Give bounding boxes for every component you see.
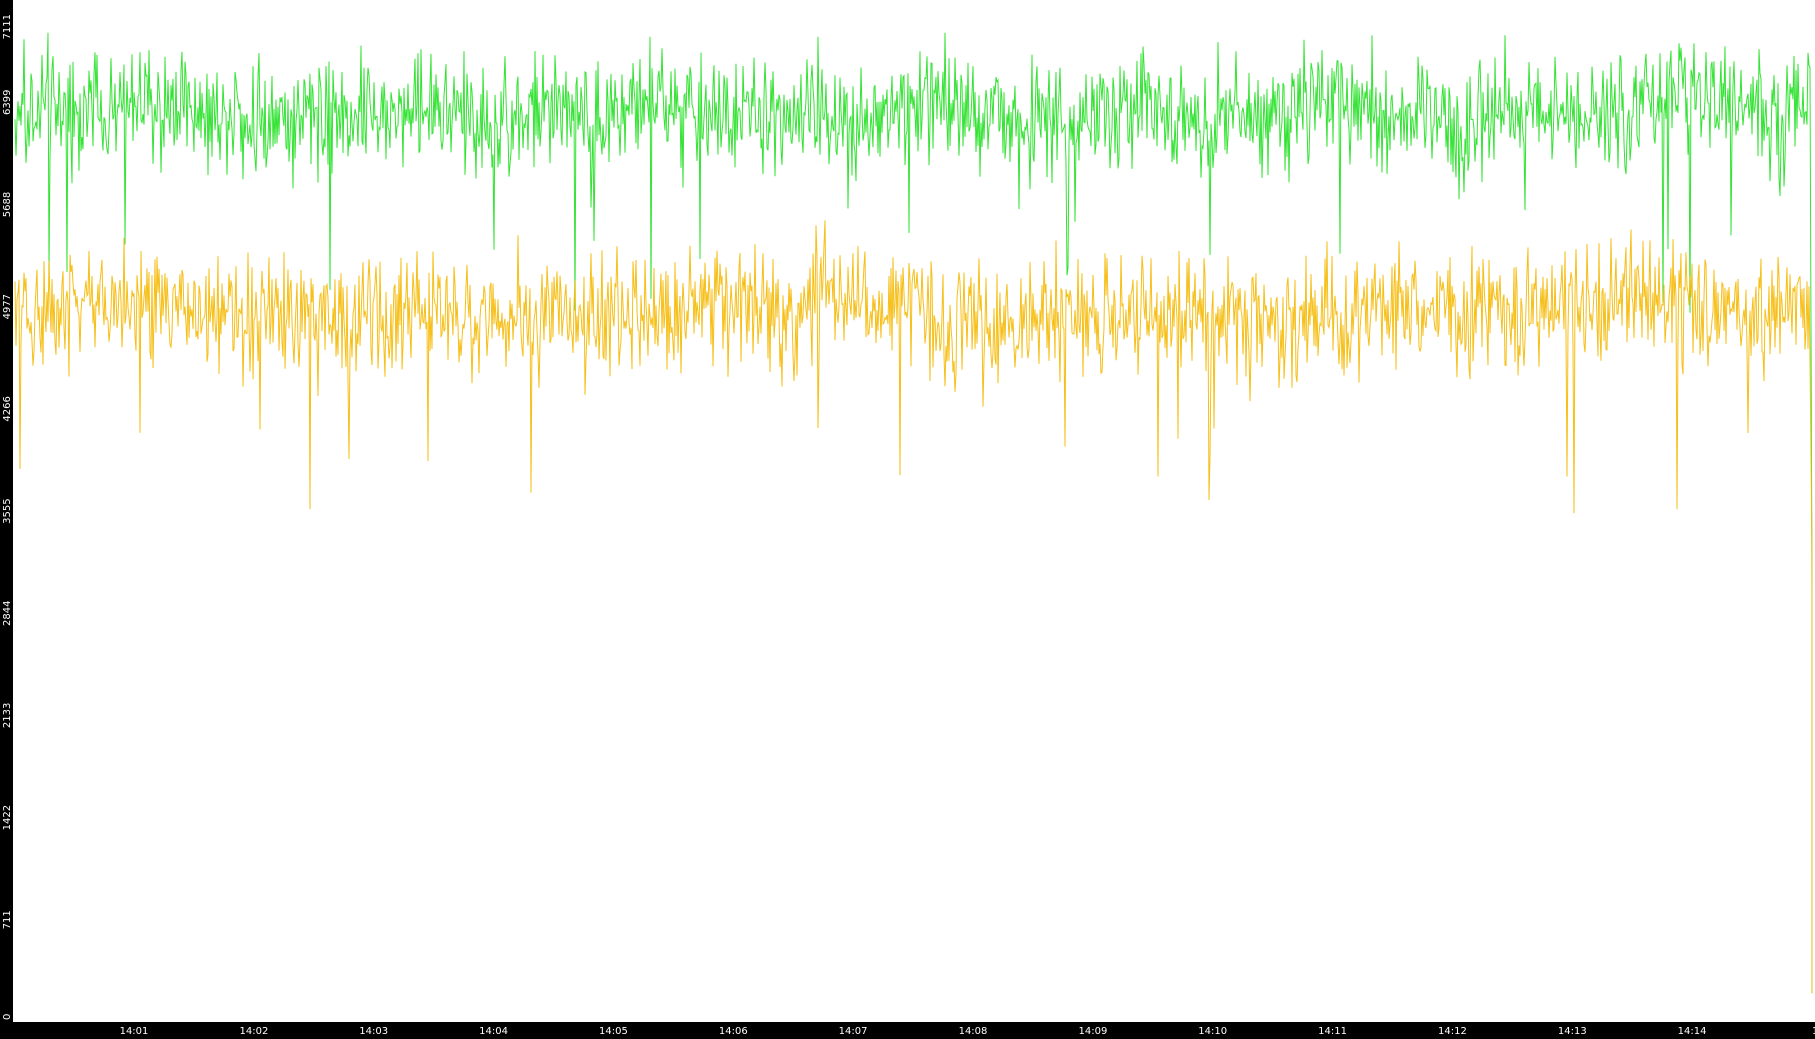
series-line-1: [14, 220, 1813, 994]
line-chart: 0 711 1422 2133 2844 3555 4266 4977 5688 6399 7111…: [0, 0, 1815, 1039]
x-tick-label: 14:04: [479, 1026, 508, 1037]
y-tick-label: 3555: [2, 498, 13, 523]
x-tick-label: 14:02: [239, 1026, 268, 1037]
y-tick-label: 0: [2, 1014, 13, 1020]
series-layer: [14, 32, 1813, 994]
x-tick-label: 14:13: [1558, 1026, 1587, 1037]
x-tick-label: 14:09: [1078, 1026, 1107, 1037]
y-tick-label: 711: [2, 910, 13, 929]
y-tick-label: 6399: [2, 90, 13, 115]
chart-canvas: 0 711 1422 2133 2844 3555 4266 4977 5688 6399 7111…: [0, 0, 1815, 1039]
y-tick-label: 4266: [2, 396, 13, 421]
series-line-0: [14, 32, 1813, 994]
y-tick-label: 2133: [2, 703, 13, 728]
x-tick-label: 14:14: [1678, 1026, 1707, 1037]
y-tick-label: 4977: [2, 294, 13, 319]
x-tick-label: 14:05: [599, 1026, 628, 1037]
y-tick-label: 7111: [2, 14, 13, 39]
x-tick-label: 14:01: [120, 1026, 149, 1037]
x-axis-bar: [0, 1022, 1815, 1039]
x-tick-label: 14:12: [1438, 1026, 1467, 1037]
y-tick-label: 5688: [2, 192, 13, 217]
y-tick-label: 1422: [2, 805, 13, 830]
x-tick-label: 14:11: [1318, 1026, 1347, 1037]
x-axis-ticks: 14:01 14:02 14:03 14:04 14:05 14:06 14:07 14:08…: [120, 1026, 1815, 1037]
x-tick-label: 14:03: [359, 1026, 388, 1037]
y-tick-label: 2844: [2, 601, 13, 626]
x-tick-label: 14:10: [1198, 1026, 1227, 1037]
x-tick-label: 14:06: [719, 1026, 748, 1037]
x-tick-label: 14:08: [959, 1026, 988, 1037]
x-tick-label: 14:07: [839, 1026, 868, 1037]
